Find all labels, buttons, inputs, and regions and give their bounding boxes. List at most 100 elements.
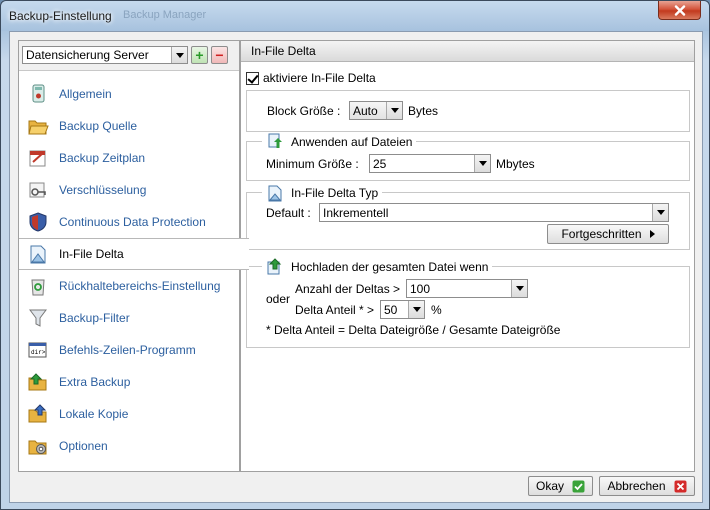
- delta-share-footnote: * Delta Anteil = Delta Dateigröße / Gesa…: [266, 323, 561, 337]
- sidebar-item-label: Continuous Data Protection: [59, 215, 206, 229]
- sidebar-item-label: Backup Zeitplan: [59, 151, 146, 165]
- sidebar-item-label: Backup Quelle: [59, 119, 138, 133]
- okay-button-label: Okay: [535, 479, 564, 493]
- block-size-value: Auto: [353, 103, 378, 118]
- svg-text:dir>: dir>: [31, 349, 46, 356]
- delta-type-group: In-File Delta Typ Default : Inkrementell…: [246, 184, 690, 250]
- delta-type-select[interactable]: Inkrementell: [319, 203, 669, 222]
- delta-share-label: Delta Anteil * >: [295, 303, 375, 317]
- remove-backup-set-button[interactable]: −: [211, 46, 228, 64]
- in-file-delta-panel: In-File Delta aktiviere In-File Delta Bl…: [240, 40, 695, 472]
- sidebar-item-label: Befehls-Zeilen-Programm: [59, 343, 196, 357]
- default-type-label: Default :: [266, 206, 311, 220]
- minimum-size-label: Minimum Größe :: [266, 157, 359, 171]
- or-label: oder: [266, 292, 291, 306]
- folder-open-icon: [28, 120, 49, 135]
- delta-count-select[interactable]: 100: [406, 279, 528, 298]
- advanced-button-label: Fortgeschritten: [561, 227, 642, 241]
- sidebar-item-backup-filter[interactable]: Backup-Filter: [19, 302, 239, 334]
- sidebar-item-label: Optionen: [59, 439, 108, 453]
- apply-files-icon: [268, 133, 282, 148]
- apply-to-files-group: Anwenden auf Dateien Minimum Größe : 25 …: [246, 133, 690, 181]
- sidebar-item-backup-quelle[interactable]: Backup Quelle: [19, 110, 239, 142]
- advanced-button[interactable]: Fortgeschritten: [547, 224, 669, 244]
- cancel-button-label: Abbrechen: [607, 479, 666, 493]
- command-line-icon: dir>: [28, 342, 47, 358]
- add-backup-set-button[interactable]: +: [191, 46, 208, 64]
- sidebar-item-label: Extra Backup: [59, 375, 131, 389]
- funnel-icon: [29, 309, 47, 327]
- delta-type-title: In-File Delta Typ: [291, 186, 379, 200]
- block-size-unit: Bytes: [408, 104, 439, 118]
- minimum-size-value: 25: [373, 156, 387, 171]
- sidebar-item-extra-backup[interactable]: Extra Backup: [19, 366, 239, 398]
- close-icon: [674, 4, 685, 16]
- sidebar-item-label: In-File Delta: [59, 247, 124, 261]
- block-size-label: Block Größe :: [267, 104, 341, 118]
- chevron-down-icon: [171, 47, 187, 63]
- sidebar-item-lokale-kopie[interactable]: Lokale Kopie: [19, 398, 239, 430]
- chevron-down-icon: [474, 155, 490, 172]
- sidebar-item-verschluesselung[interactable]: Verschlüsselung: [19, 174, 239, 206]
- activate-in-file-delta-row[interactable]: aktiviere In-File Delta: [246, 71, 376, 85]
- sidebar-item-allgemein[interactable]: Allgemein: [19, 78, 239, 110]
- chevron-down-icon: [511, 280, 527, 297]
- activate-in-file-delta-label: aktiviere In-File Delta: [263, 71, 376, 85]
- delta-count-value: 100: [410, 281, 431, 296]
- delta-share-unit: %: [431, 303, 442, 317]
- apply-to-files-title: Anwenden auf Dateien: [291, 135, 413, 149]
- sidebar-item-befehls-zeilen-programm[interactable]: dir> Befehls-Zeilen-Programm: [19, 334, 239, 366]
- sidebar-item-continuous-data-protection[interactable]: Continuous Data Protection: [19, 206, 239, 238]
- chevron-down-icon: [652, 204, 668, 221]
- delta-share-value: 50: [384, 302, 398, 317]
- document-icon: [30, 245, 46, 264]
- okay-button[interactable]: Okay: [528, 476, 593, 496]
- settings-nav: Allgemein Backup Quelle Backup Zeitplan …: [19, 78, 249, 462]
- local-copy-icon: [28, 404, 47, 423]
- sidebar-item-optionen[interactable]: Optionen: [19, 430, 239, 462]
- background-window-title: Backup Manager: [123, 9, 207, 21]
- settings-sidebar: Datensicherung Server + − Allgemein Back…: [18, 40, 249, 472]
- window-close-button[interactable]: [658, 1, 701, 20]
- block-size-select[interactable]: Auto: [349, 101, 403, 120]
- panel-title: In-File Delta: [241, 41, 694, 62]
- upload-file-icon: [267, 258, 282, 275]
- activate-in-file-delta-checkbox[interactable]: [246, 71, 259, 85]
- cancel-icon: [674, 480, 687, 492]
- delta-type-value: Inkrementell: [323, 205, 389, 220]
- sidebar-item-label: Lokale Kopie: [59, 407, 129, 421]
- general-icon: [32, 84, 45, 103]
- backup-set-select[interactable]: Datensicherung Server: [22, 46, 188, 64]
- delta-type-legend: In-File Delta Typ: [262, 184, 383, 202]
- title-bar[interactable]: Backup-Einstellung Backup Manager: [1, 1, 709, 31]
- delta-count-label: Anzahl der Deltas >: [295, 282, 401, 296]
- chevron-down-icon: [408, 301, 424, 318]
- recycle-bin-icon: [31, 279, 45, 296]
- upload-full-file-title: Hochladen der gesamten Datei wenn: [291, 260, 489, 274]
- minimum-size-select[interactable]: 25: [369, 154, 491, 173]
- options-icon: [28, 440, 47, 455]
- extra-backup-icon: [28, 373, 47, 391]
- cancel-button[interactable]: Abbrechen: [599, 476, 695, 496]
- sidebar-item-in-file-delta[interactable]: In-File Delta: [19, 238, 249, 270]
- delta-share-select[interactable]: 50: [380, 300, 425, 319]
- minimum-size-unit: Mbytes: [496, 157, 535, 171]
- chevron-down-icon: [386, 102, 402, 119]
- upload-full-file-group: Hochladen der gesamten Datei wenn Anzahl…: [246, 258, 690, 348]
- sidebar-item-label: Rückhaltebereichs-Einstellung: [59, 279, 221, 293]
- chevron-right-icon: [649, 230, 655, 238]
- plus-icon: +: [195, 47, 204, 63]
- block-size-group: Block Größe : Auto Bytes: [246, 90, 690, 132]
- shield-icon: [29, 212, 47, 232]
- document-icon: [268, 185, 282, 202]
- backup-settings-window: Backup-Einstellung Backup Manager Datens…: [0, 0, 710, 510]
- checkmark-icon: [572, 480, 585, 492]
- window-title: Backup-Einstellung: [9, 9, 112, 23]
- minus-icon: −: [215, 47, 224, 63]
- sidebar-item-rueckhaltebereichs-einstellung[interactable]: Rückhaltebereichs-Einstellung: [19, 270, 239, 302]
- apply-to-files-legend: Anwenden auf Dateien: [262, 133, 417, 151]
- sidebar-toolbar: Datensicherung Server + −: [19, 41, 239, 71]
- sidebar-item-label: Allgemein: [59, 87, 112, 101]
- sidebar-item-label: Verschlüsselung: [59, 183, 147, 197]
- sidebar-item-backup-zeitplan[interactable]: Backup Zeitplan: [19, 142, 239, 174]
